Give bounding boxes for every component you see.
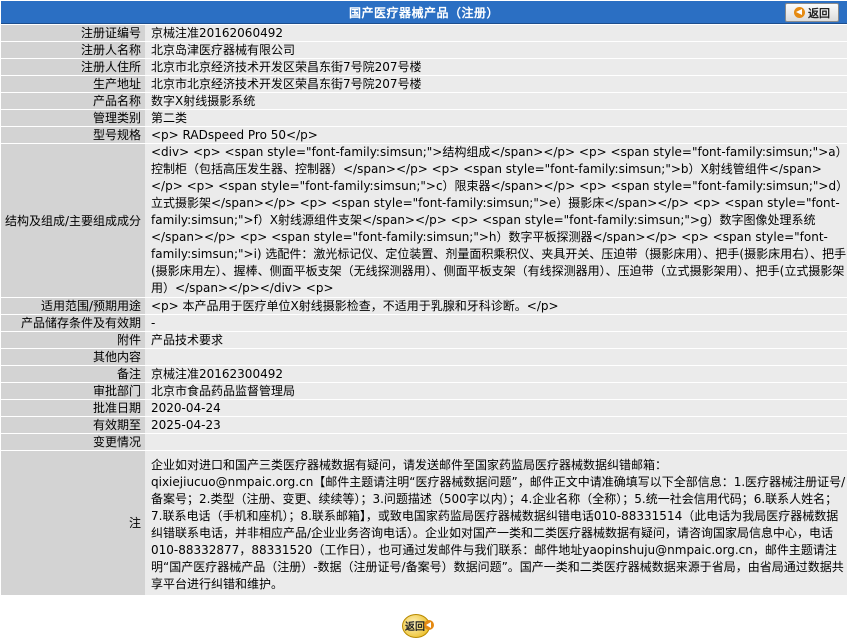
row-label: 产品储存条件及有效期	[1, 315, 145, 331]
back-arrow-icon	[794, 7, 805, 18]
table-row: 管理类别 第二类	[1, 110, 847, 126]
row-value: 产品技术要求	[145, 332, 847, 348]
row-value: 数字X射线摄影系统	[145, 93, 847, 109]
row-value: <p> RADspeed Pro 50</p>	[145, 127, 847, 143]
row-value: 2025-04-23	[145, 417, 847, 433]
row-label: 附件	[1, 332, 145, 348]
table-row: 产品储存条件及有效期 -	[1, 315, 847, 331]
row-label: 管理类别	[1, 110, 145, 126]
table-row: 变更情况	[1, 434, 847, 450]
table-row: 型号规格 <p> RADspeed Pro 50</p>	[1, 127, 847, 143]
table-row: 产品名称 数字X射线摄影系统	[1, 93, 847, 109]
row-value: 北京岛津医疗器械有限公司	[145, 42, 847, 58]
row-value: 第二类	[145, 110, 847, 126]
table-row: 注册人住所 北京市北京经济技术开发区荣昌东街7号院207号楼	[1, 59, 847, 75]
row-value: 北京市北京经济技术开发区荣昌东街7号院207号楼	[145, 76, 847, 92]
page-title: 国产医疗器械产品（注册）	[348, 5, 499, 20]
note-paragraph: 企业如对进口和国产三类医疗器械数据有疑问，请发送邮件至国家药监局医疗器械数据纠错…	[151, 458, 668, 472]
back-button-bottom[interactable]: 返回	[402, 614, 434, 638]
back-button-bottom-label: 返回	[405, 622, 425, 633]
row-value	[145, 434, 847, 450]
detail-table: 注册证编号 京械注准20162060492 注册人名称 北京岛津医疗器械有限公司 注…	[1, 24, 847, 596]
row-label: 注册证编号	[1, 25, 145, 41]
row-label: 注册人名称	[1, 42, 145, 58]
row-label: 注	[1, 451, 145, 595]
row-value-note: 企业如对进口和国产三类医疗器械数据有疑问，请发送邮件至国家药监局医疗器械数据纠错…	[145, 451, 847, 595]
back-button-top[interactable]: 返回	[785, 3, 839, 22]
row-label: 结构及组成/主要组成成分	[1, 144, 145, 297]
row-label: 型号规格	[1, 127, 145, 143]
row-value-structure: <div> <p> <span style="font-family:simsu…	[145, 144, 847, 297]
table-row: 生产地址 北京市北京经济技术开发区荣昌东街7号院207号楼	[1, 76, 847, 92]
table-row: 其他内容	[1, 349, 847, 365]
back-button-label: 返回	[808, 6, 830, 20]
table-row-structure: 结构及组成/主要组成成分 <div> <p> <span style="font-…	[1, 144, 847, 297]
row-label: 产品名称	[1, 93, 145, 109]
note-paragraph: qixiejiucuo@nmpaic.org.cn【邮件主题请注明“医疗器械数据…	[151, 475, 846, 591]
back-arrow-icon	[424, 620, 434, 630]
table-row: 注册证编号 京械注准20162060492	[1, 25, 847, 41]
row-label: 适用范围/预期用途	[1, 298, 145, 314]
header-bar: 国产医疗器械产品（注册） 返回	[1, 1, 847, 24]
row-label: 审批部门	[1, 383, 145, 399]
row-value	[145, 349, 847, 365]
row-label: 生产地址	[1, 76, 145, 92]
table-row: 备注 京械注准20162300492	[1, 366, 847, 382]
row-label: 批准日期	[1, 400, 145, 416]
table-row: 注册人名称 北京岛津医疗器械有限公司	[1, 42, 847, 58]
row-value: 京械注准20162300492	[145, 366, 847, 382]
row-value: -	[145, 315, 847, 331]
row-label: 有效期至	[1, 417, 145, 433]
row-value: 京械注准20162060492	[145, 25, 847, 41]
row-value: 北京市食品药品监督管理局	[145, 383, 847, 399]
table-row-note: 注 企业如对进口和国产三类医疗器械数据有疑问，请发送邮件至国家药监局医疗器械数据…	[1, 451, 847, 595]
row-label: 注册人住所	[1, 59, 145, 75]
row-label: 变更情况	[1, 434, 145, 450]
row-label: 备注	[1, 366, 145, 382]
table-row: 适用范围/预期用途 <p> 本产品用于医疗单位X射线摄影检查，不适用于乳腺和牙科诊…	[1, 298, 847, 314]
row-value: 2020-04-24	[145, 400, 847, 416]
table-row: 批准日期 2020-04-24	[1, 400, 847, 416]
row-label: 其他内容	[1, 349, 145, 365]
row-value: 北京市北京经济技术开发区荣昌东街7号院207号楼	[145, 59, 847, 75]
table-row: 有效期至 2025-04-23	[1, 417, 847, 433]
detail-page: 国产医疗器械产品（注册） 返回 注册证编号 京械注准20162060492 注册人…	[0, 0, 850, 643]
table-row: 附件 产品技术要求	[1, 332, 847, 348]
table-row: 审批部门 北京市食品药品监督管理局	[1, 383, 847, 399]
row-value: <p> 本产品用于医疗单位X射线摄影检查，不适用于乳腺和牙科诊断。</p>	[145, 298, 847, 314]
